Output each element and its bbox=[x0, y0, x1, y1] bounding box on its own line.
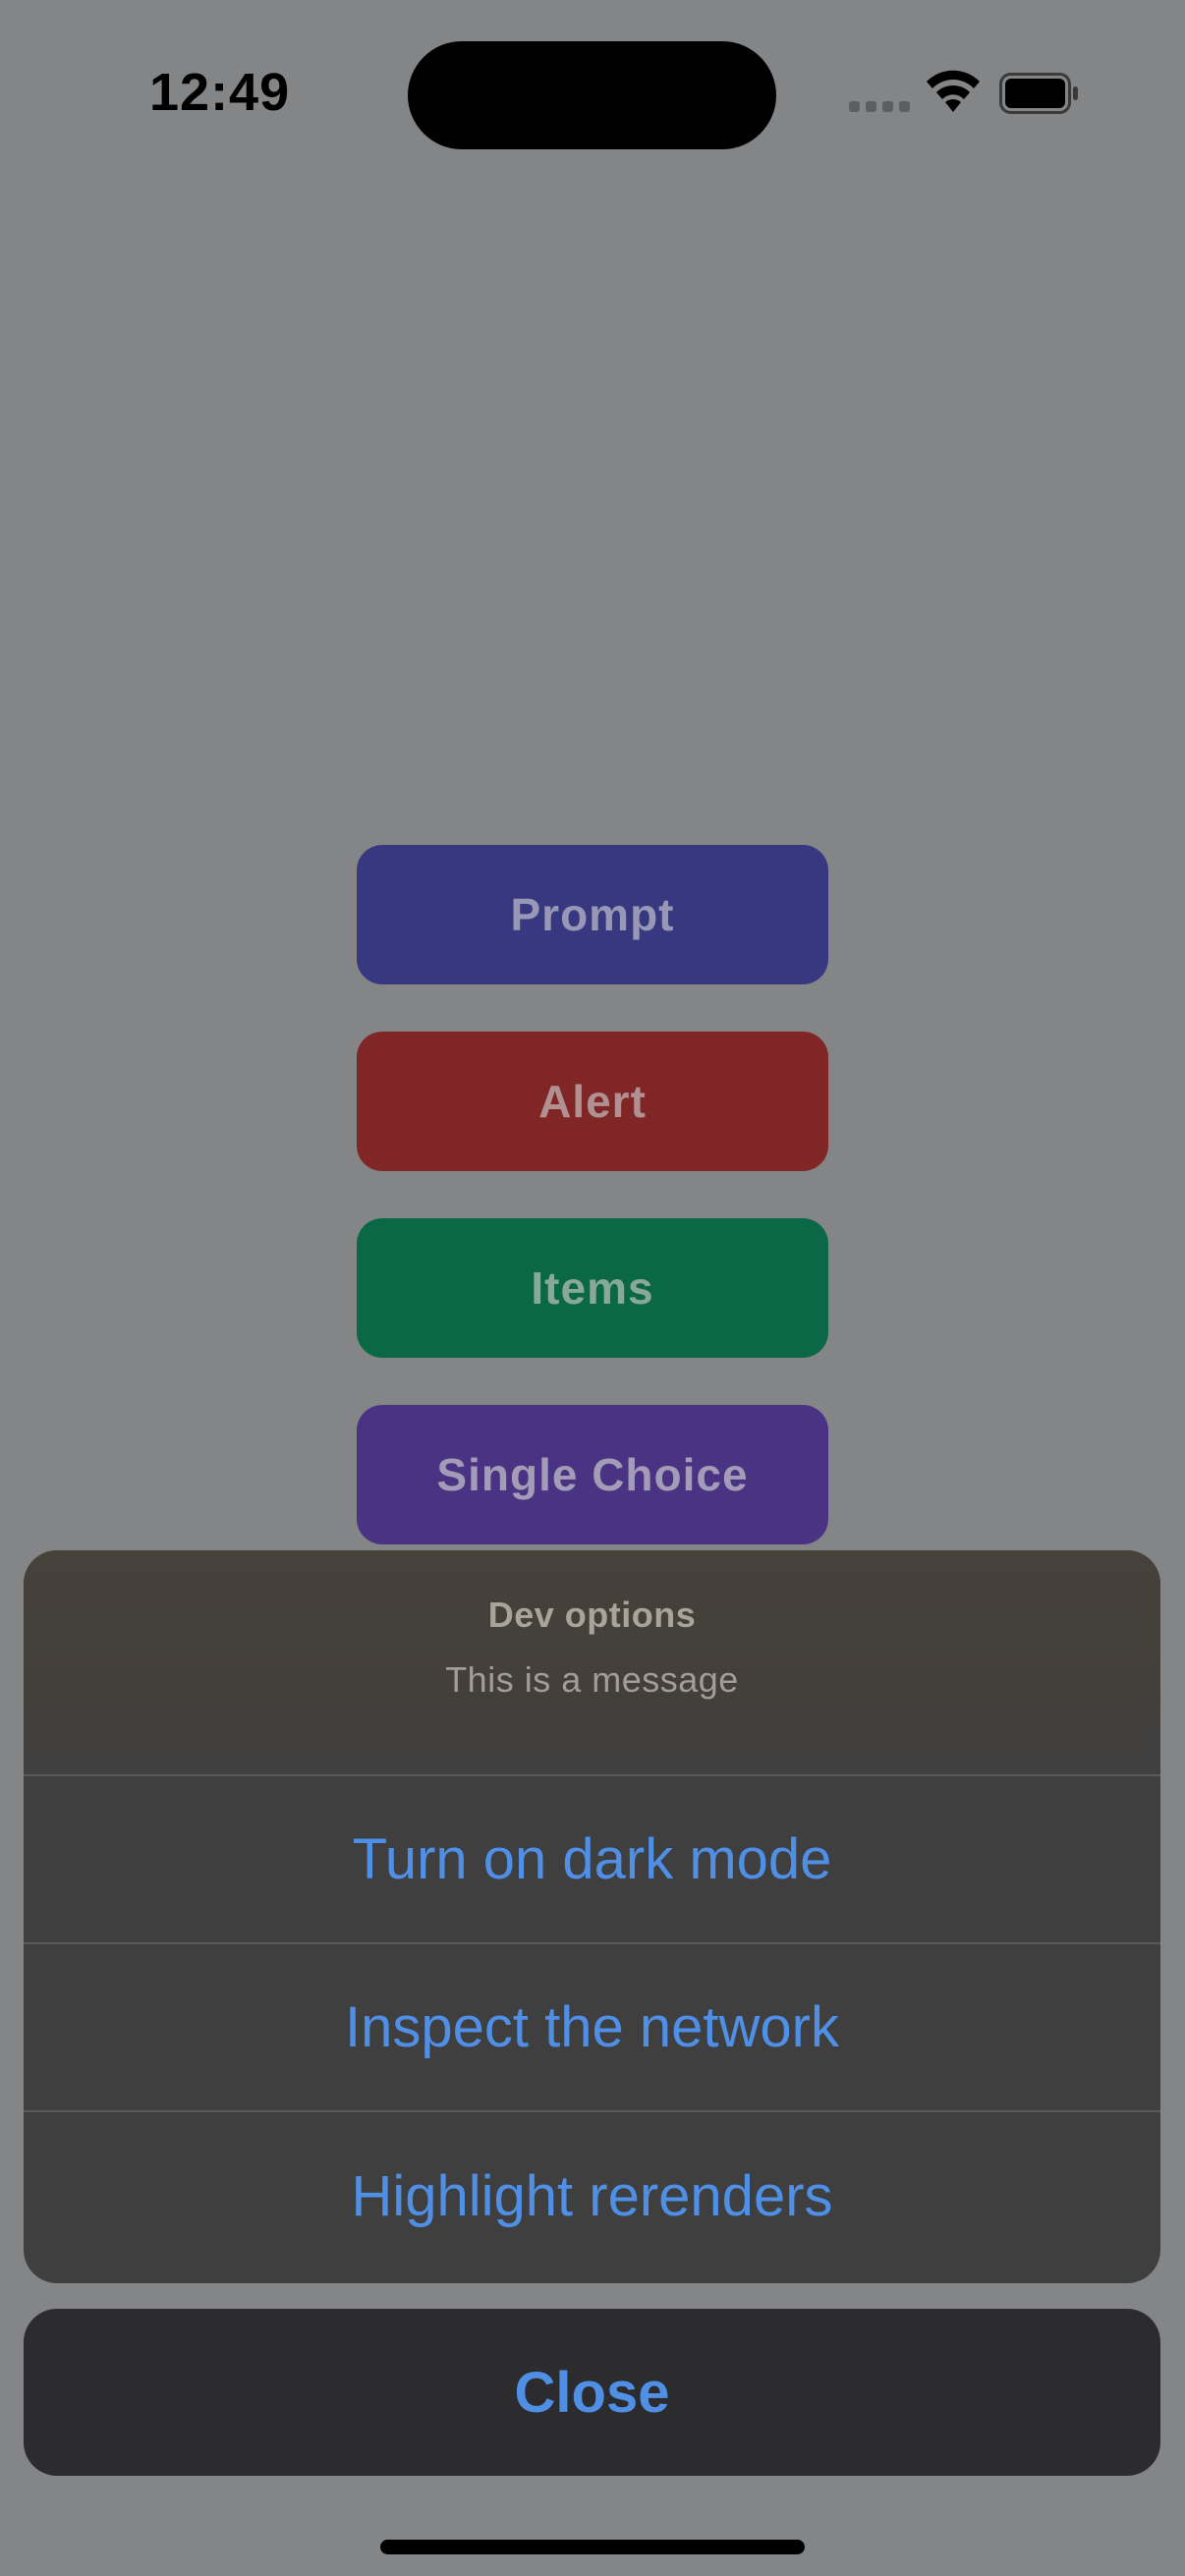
home-indicator[interactable] bbox=[380, 2540, 805, 2554]
action-sheet-header: Dev options This is a message bbox=[24, 1550, 1160, 1776]
wifi-icon bbox=[927, 70, 980, 112]
alert-button[interactable]: Alert bbox=[357, 1032, 828, 1171]
dynamic-island bbox=[408, 41, 776, 149]
inspect-network-button[interactable]: Inspect the network bbox=[24, 1944, 1160, 2112]
status-time: 12:49 bbox=[149, 63, 291, 122]
close-button[interactable]: Close bbox=[24, 2309, 1160, 2476]
items-button[interactable]: Items bbox=[357, 1218, 828, 1358]
cellular-signal-icon bbox=[849, 101, 910, 112]
highlight-rerenders-button[interactable]: Highlight rerenders bbox=[24, 2112, 1160, 2280]
action-sheet-message: This is a message bbox=[445, 1659, 739, 1700]
prompt-button[interactable]: Prompt bbox=[357, 845, 828, 984]
battery-icon bbox=[999, 73, 1078, 114]
single-choice-button[interactable]: Single Choice bbox=[357, 1405, 828, 1544]
turn-on-dark-mode-button[interactable]: Turn on dark mode bbox=[24, 1776, 1160, 1944]
action-sheet-title: Dev options bbox=[487, 1595, 697, 1635]
action-sheet: Dev options This is a message Turn on da… bbox=[24, 1550, 1160, 2283]
